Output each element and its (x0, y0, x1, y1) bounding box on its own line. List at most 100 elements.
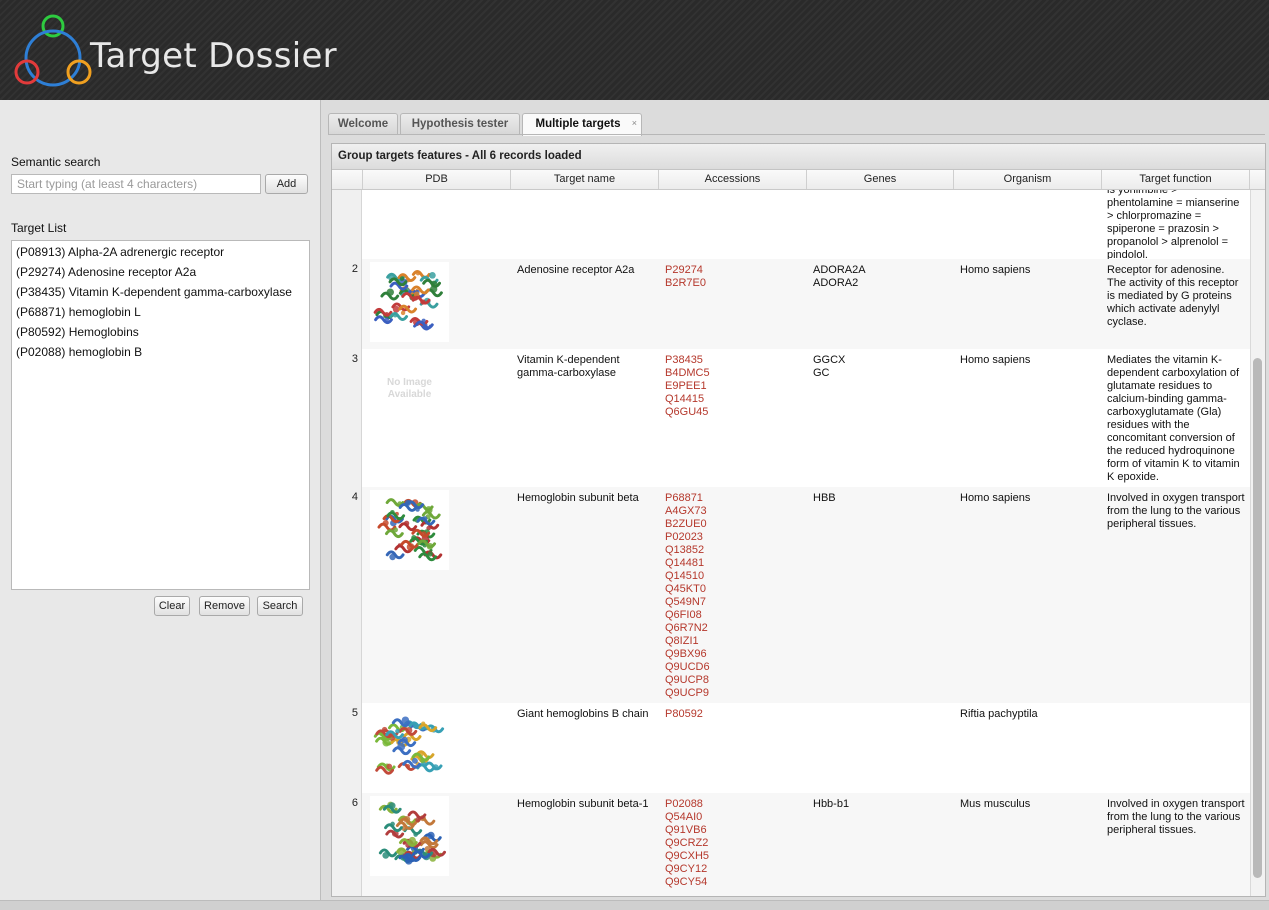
target-list-item[interactable]: (P08913) Alpha-2A adrenergic receptor (12, 242, 309, 262)
accession-link[interactable]: Q14481 (665, 557, 795, 570)
tab-label: Welcome (337, 118, 389, 130)
target-list-item[interactable]: (P02088) hemoglobin B (12, 342, 309, 362)
row-number: 4 (332, 487, 362, 703)
accession-link[interactable]: A4GX73 (665, 505, 795, 518)
target-function-cell: Involved in oxygen transport from the lu… (1107, 798, 1245, 836)
accession-link[interactable]: P68871 (665, 492, 795, 505)
pdb-thumbnail[interactable] (370, 796, 449, 876)
column-header-accessions[interactable]: Accessions (659, 170, 807, 189)
target-name-cell: Hemoglobin subunit beta (517, 492, 639, 504)
row-number (332, 190, 362, 259)
row-number: 6 (332, 793, 362, 896)
no-image-placeholder: No Image Available (386, 377, 432, 400)
pdb-thumbnail[interactable] (370, 706, 449, 786)
organism-cell: Homo sapiens (960, 492, 1031, 504)
accession-link[interactable]: Q6GU45 (665, 406, 795, 419)
accession-link[interactable]: P38435 (665, 354, 795, 367)
target-function-cell: Mediates the vitamin K-dependent carboxy… (1107, 354, 1240, 483)
target-list-item[interactable]: (P68871) hemoglobin L (12, 302, 309, 322)
tab-label: Hypothesis tester (411, 118, 509, 130)
row-number: 3 (332, 349, 362, 487)
accession-link[interactable]: Q9CXH5 (665, 850, 795, 863)
accessions-cell: P29274 B2R7E0 (665, 264, 795, 290)
grid-scrollbar[interactable] (1250, 190, 1265, 896)
accession-link[interactable]: Q14415 (665, 393, 795, 406)
target-name-cell: Adenosine receptor A2a (517, 264, 635, 276)
organism-cell: Homo sapiens (960, 264, 1031, 276)
accessions-cell: P68871 A4GX73 B2ZUE0 P02023 Q13852 Q14481 Q145… (665, 492, 795, 700)
accession-link[interactable]: B2ZUE0 (665, 518, 795, 531)
accession-link[interactable]: B2R7E0 (665, 277, 795, 290)
semantic-search-input[interactable] (11, 174, 261, 194)
column-header-target-function[interactable]: Target function (1102, 170, 1250, 189)
accession-link[interactable]: P02088 (665, 798, 795, 811)
column-header-target-name[interactable]: Target name (511, 170, 659, 189)
target-list-item[interactable]: (P29274) Adenosine receptor A2a (12, 262, 309, 282)
protein-structure-icon (377, 498, 443, 562)
tab-hypothesis-tester[interactable]: Hypothesis tester (400, 113, 520, 135)
genes-cell: Hbb-b1 (813, 798, 943, 811)
column-header-organism[interactable]: Organism (954, 170, 1102, 189)
gene-name: ADORA2A (813, 264, 866, 276)
accession-link[interactable]: Q91VB6 (665, 824, 795, 837)
clear-button[interactable]: Clear (154, 596, 190, 616)
accession-link[interactable]: P02023 (665, 531, 795, 544)
accession-link[interactable]: E9PEE1 (665, 380, 795, 393)
search-button[interactable]: Search (257, 596, 303, 616)
accession-link[interactable]: P29274 (665, 264, 795, 277)
targets-grid-panel: Group targets features - All 6 records l… (331, 143, 1266, 897)
accession-link[interactable]: P80592 (665, 708, 795, 721)
target-list-item[interactable]: (P80592) Hemoglobins (12, 322, 309, 342)
table-row[interactable]: 5 Giant hemoglobins B chain P80592 Riftia p… (332, 703, 1250, 794)
target-name-cell: Hemoglobin subunit beta-1 (517, 798, 649, 810)
accession-link[interactable]: Q6FI08 (665, 609, 795, 622)
genes-cell: ADORA2A ADORA2 (813, 264, 943, 290)
accession-link[interactable]: Q9BX96 (665, 648, 795, 661)
accession-link[interactable]: Q9UCD6 (665, 661, 795, 674)
accession-link[interactable]: Q8IZI1 (665, 635, 795, 648)
accessions-cell: P02088 Q54AI0 Q91VB6 Q9CRZ2 Q9CXH5 Q9CY12 Q9CY… (665, 798, 795, 889)
accessions-cell: P38435 B4DMC5 E9PEE1 Q14415 Q6GU45 (665, 354, 795, 419)
accession-link[interactable]: Q13852 (665, 544, 795, 557)
column-header-genes[interactable]: Genes (807, 170, 954, 189)
accession-link[interactable]: Q6R7N2 (665, 622, 795, 635)
remove-button[interactable]: Remove (199, 596, 250, 616)
tab-multiple-targets[interactable]: Multiple targets × (522, 113, 642, 136)
tab-welcome[interactable]: Welcome (328, 113, 398, 135)
table-row[interactable]: 2 Adenosine receptor A2a P29274 B2R7E0 ADORA… (332, 259, 1250, 350)
accession-link[interactable]: Q14510 (665, 570, 795, 583)
gene-name: ADORA2 (813, 277, 859, 289)
column-header-pdb[interactable]: PDB (363, 170, 511, 189)
add-button[interactable]: Add (265, 174, 308, 194)
accession-link[interactable]: Q54AI0 (665, 811, 795, 824)
accession-link[interactable]: Q9CY12 (665, 863, 795, 876)
accession-link[interactable]: Q45KT0 (665, 583, 795, 596)
gene-name: HBB (813, 492, 836, 504)
target-list-label: Target List (11, 221, 67, 235)
accession-link[interactable]: Q9UCP9 (665, 687, 795, 700)
target-list[interactable]: (P08913) Alpha-2A adrenergic receptor (P… (11, 240, 310, 590)
accessions-cell: P80592 (665, 708, 795, 721)
pdb-thumbnail[interactable] (370, 490, 449, 570)
target-function-cell: is yohimbine > phentolamine = mianserine… (1107, 190, 1240, 261)
target-list-item[interactable]: (P38435) Vitamin K-dependent gamma-carbo… (12, 282, 309, 302)
target-function-cell: Involved in oxygen transport from the lu… (1107, 492, 1245, 530)
pdb-thumbnail[interactable] (370, 262, 449, 342)
grid-panel-title: Group targets features - All 6 records l… (332, 144, 1265, 170)
table-row[interactable]: 6 Hemoglobin subunit beta-1 P02088 Q54AI0 Q9… (332, 793, 1250, 896)
accession-link[interactable]: Q9CY54 (665, 876, 795, 889)
protein-structure-icon (378, 801, 446, 865)
accession-link[interactable]: Q9UCP8 (665, 674, 795, 687)
table-row[interactable]: 4 Hemoglobin subunit beta P68871 A4GX73 B2ZU… (332, 487, 1250, 704)
gene-name: GGCX (813, 354, 846, 366)
protein-structure-icon (373, 270, 443, 331)
table-row[interactable]: is yohimbine > phentolamine = mianserine… (332, 190, 1250, 261)
table-row[interactable]: 3 No Image Available Vitamin K-dependent g… (332, 349, 1250, 488)
organism-cell: Mus musculus (960, 798, 1031, 810)
accession-link[interactable]: Q549N7 (665, 596, 795, 609)
accession-link[interactable]: B4DMC5 (665, 367, 795, 380)
accession-link[interactable]: Q9CRZ2 (665, 837, 795, 850)
grid-scrollbar-thumb[interactable] (1253, 358, 1262, 878)
tab-close-icon[interactable]: × (632, 113, 637, 134)
target-name-cell: Giant hemoglobins B chain (517, 708, 649, 720)
